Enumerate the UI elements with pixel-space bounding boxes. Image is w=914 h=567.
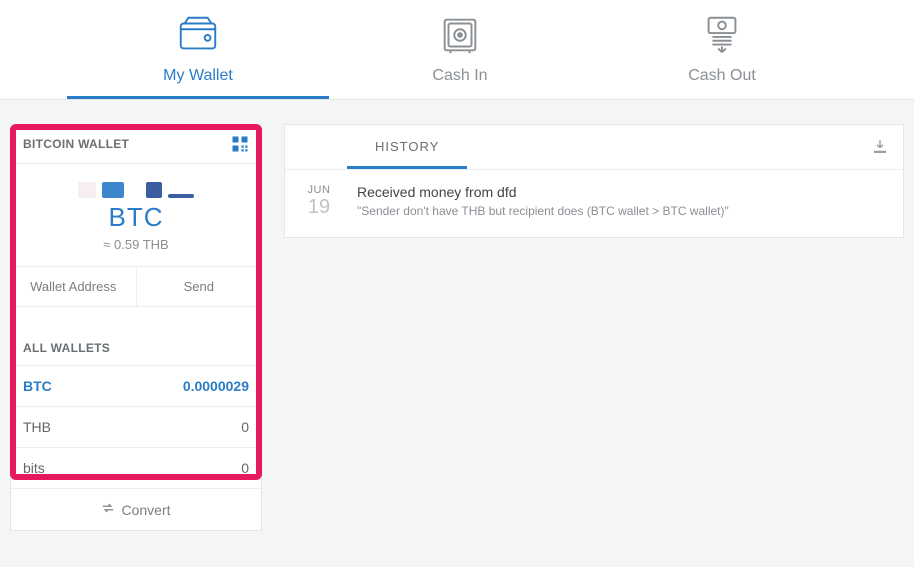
history-card: HISTORY JUN 19 Received money from dfd "… — [284, 124, 904, 238]
convert-label: Convert — [121, 502, 170, 518]
tab-label: Cash In — [432, 67, 487, 85]
wallet-row-bits[interactable]: bits 0 — [11, 447, 261, 488]
tab-my-wallet[interactable]: My Wallet — [67, 0, 329, 99]
wallet-row-btc[interactable]: BTC 0.0000029 — [11, 365, 261, 406]
tab-label: My Wallet — [163, 67, 233, 85]
wallet-row-value: 0 — [241, 460, 249, 476]
wallet-currency: BTC — [19, 202, 253, 233]
history-item[interactable]: JUN 19 Received money from dfd "Sender d… — [285, 170, 903, 237]
history-title: Received money from dfd — [357, 184, 729, 200]
tab-label: Cash Out — [688, 67, 756, 85]
bitcoin-wallet-card: BITCOIN WALLET BTC ≈ 0.59 THB Wallet Add… — [10, 124, 262, 531]
history-note: "Sender don't have THB but recipient doe… — [357, 204, 729, 218]
qr-code-button[interactable] — [231, 135, 249, 153]
top-nav: My Wallet Cash In Cash Out — [0, 0, 914, 100]
history-month: JUN — [299, 184, 339, 196]
convert-button[interactable]: Convert — [11, 488, 261, 530]
tab-cash-out[interactable]: Cash Out — [591, 0, 853, 99]
wallet-row-name: THB — [23, 419, 51, 435]
history-day: 19 — [299, 196, 339, 219]
wallet-icon — [175, 12, 221, 61]
download-button[interactable] — [871, 138, 889, 156]
wallet-row-value: 0 — [241, 419, 249, 435]
wallet-address-button[interactable]: Wallet Address — [11, 267, 137, 306]
wallet-row-name: BTC — [23, 378, 52, 394]
send-button[interactable]: Send — [137, 267, 262, 306]
cash-out-icon — [699, 12, 745, 61]
tab-cash-in[interactable]: Cash In — [329, 0, 591, 99]
convert-icon — [101, 501, 115, 518]
wallet-row-thb[interactable]: THB 0 — [11, 406, 261, 447]
history-date: JUN 19 — [299, 184, 339, 219]
wallet-row-name: bits — [23, 460, 45, 476]
safe-icon — [437, 12, 483, 61]
sidebar: BITCOIN WALLET BTC ≈ 0.59 THB Wallet Add… — [10, 124, 262, 531]
wallet-row-value: 0.0000029 — [183, 378, 249, 394]
wallet-fiat-value: ≈ 0.59 THB — [19, 237, 253, 252]
all-wallets-title: ALL WALLETS — [11, 325, 261, 365]
balance-obscured — [19, 182, 253, 198]
history-tab[interactable]: HISTORY — [347, 125, 467, 169]
wallet-card-title: BITCOIN WALLET — [23, 137, 129, 151]
